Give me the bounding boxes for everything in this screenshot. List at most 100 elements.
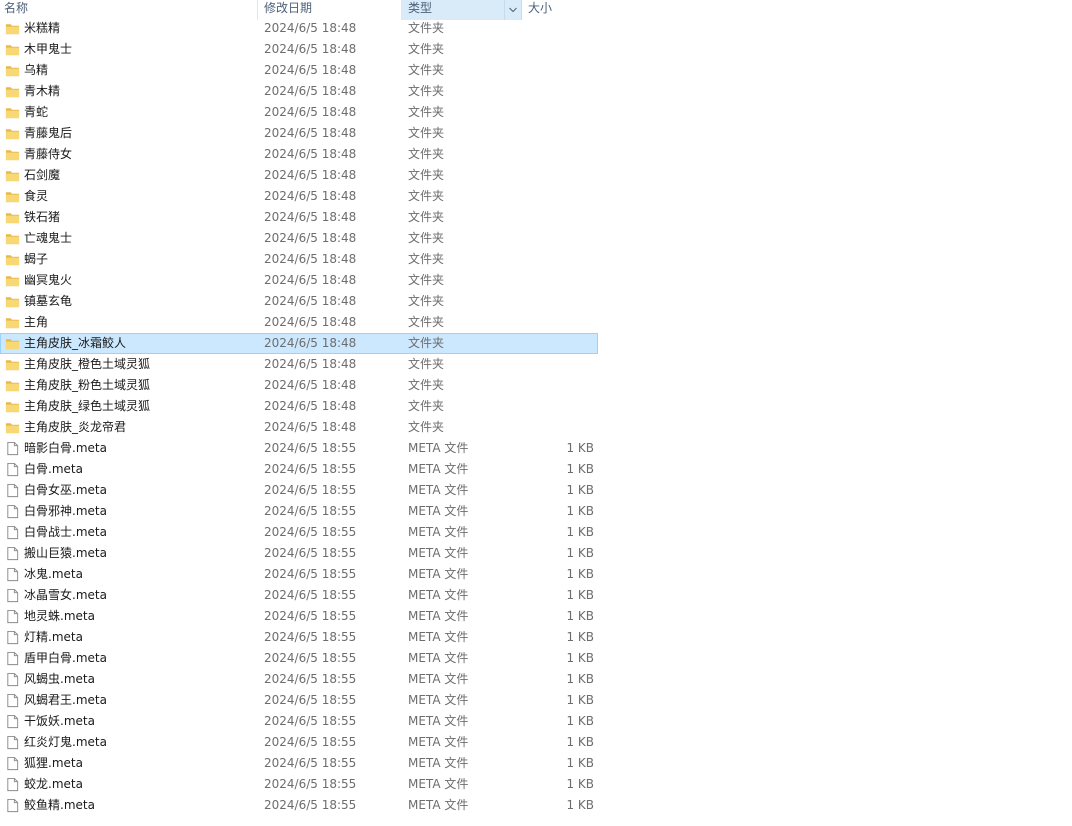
folder-icon	[5, 105, 20, 120]
column-header-type[interactable]: 类型	[402, 0, 522, 20]
file-list-row[interactable]: 白骨女巫.meta 2024/6/5 18:55 META 文件 1 KB	[0, 480, 598, 501]
row-name: 风蝎虫.meta	[24, 672, 95, 686]
file-list-row[interactable]: 盾甲白骨.meta 2024/6/5 18:55 META 文件 1 KB	[0, 648, 598, 669]
file-list-row[interactable]: 乌精 2024/6/5 18:48 文件夹	[0, 60, 598, 81]
file-list-row[interactable]: 主角皮肤_粉色土域灵狐 2024/6/5 18:48 文件夹	[0, 375, 598, 396]
column-header-name[interactable]: 名称	[0, 0, 258, 20]
file-list-row[interactable]: 青木精 2024/6/5 18:48 文件夹	[0, 81, 598, 102]
row-type: META 文件	[408, 651, 469, 665]
folder-icon	[5, 273, 20, 288]
row-type: 文件夹	[408, 294, 445, 308]
file-list-row[interactable]: 干饭妖.meta 2024/6/5 18:55 META 文件 1 KB	[0, 711, 598, 732]
file-list-row[interactable]: 搬山巨猿.meta 2024/6/5 18:55 META 文件 1 KB	[0, 543, 598, 564]
folder-icon	[5, 126, 20, 141]
file-list-row[interactable]: 主角 2024/6/5 18:48 文件夹	[0, 312, 598, 333]
folder-icon	[5, 63, 20, 78]
file-list-row[interactable]: 暗影白骨.meta 2024/6/5 18:55 META 文件 1 KB	[0, 438, 598, 459]
file-list-row[interactable]: 石剑魔 2024/6/5 18:48 文件夹	[0, 165, 598, 186]
file-list-row[interactable]: 主角皮肤_橙色土域灵狐 2024/6/5 18:48 文件夹	[0, 354, 598, 375]
row-type: META 文件	[408, 756, 469, 770]
file-explorer: 名称 修改日期 类型 大小 米糕精 2024/6/5 18:48 文件夹 木甲鬼士 20…	[0, 0, 1072, 826]
row-name: 亡魂鬼士	[24, 231, 73, 245]
file-list-row[interactable]: 风蝎君王.meta 2024/6/5 18:55 META 文件 1 KB	[0, 690, 598, 711]
file-list-row[interactable]: 主角皮肤_炎龙帝君 2024/6/5 18:48 文件夹	[0, 417, 598, 438]
file-list-row[interactable]: 地灵蛛.meta 2024/6/5 18:55 META 文件 1 KB	[0, 606, 598, 627]
folder-icon	[5, 336, 20, 351]
row-name: 干饭妖.meta	[24, 714, 95, 728]
file-list-row[interactable]: 红炎灯鬼.meta 2024/6/5 18:55 META 文件 1 KB	[0, 732, 598, 753]
file-list-row[interactable]: 青藤鬼后 2024/6/5 18:48 文件夹	[0, 123, 598, 144]
column-header-size[interactable]: 大小	[522, 0, 600, 20]
row-type: 文件夹	[408, 63, 445, 77]
row-date: 2024/6/5 18:48	[264, 126, 357, 140]
file-list-row[interactable]: 青蛇 2024/6/5 18:48 文件夹	[0, 102, 598, 123]
row-type: 文件夹	[408, 399, 445, 413]
row-type: 文件夹	[408, 420, 445, 434]
row-date: 2024/6/5 18:48	[264, 378, 357, 392]
row-name: 主角皮肤_绿色土域灵狐	[24, 399, 151, 413]
row-type: META 文件	[408, 798, 469, 812]
row-type: META 文件	[408, 714, 469, 728]
row-name: 蝎子	[24, 252, 49, 266]
row-date: 2024/6/5 18:48	[264, 315, 357, 329]
file-list-row[interactable]: 灯精.meta 2024/6/5 18:55 META 文件 1 KB	[0, 627, 598, 648]
file-list-row[interactable]: 蝎子 2024/6/5 18:48 文件夹	[0, 249, 598, 270]
row-name: 石剑魔	[24, 168, 61, 182]
row-size: 1 KB	[566, 756, 594, 770]
file-list-row[interactable]: 幽冥鬼火 2024/6/5 18:48 文件夹	[0, 270, 598, 291]
row-type: META 文件	[408, 630, 469, 644]
file-list-row[interactable]: 铁石猪 2024/6/5 18:48 文件夹	[0, 207, 598, 228]
row-type: META 文件	[408, 609, 469, 623]
row-date: 2024/6/5 18:48	[264, 189, 357, 203]
row-type: 文件夹	[408, 126, 445, 140]
row-type: 文件夹	[408, 105, 445, 119]
file-list-row[interactable]: 木甲鬼士 2024/6/5 18:48 文件夹	[0, 39, 598, 60]
chevron-down-icon-glyph	[509, 7, 517, 13]
row-date: 2024/6/5 18:48	[264, 231, 357, 245]
row-date: 2024/6/5 18:55	[264, 672, 357, 686]
row-name: 狐狸.meta	[24, 756, 83, 770]
row-date: 2024/6/5 18:48	[264, 336, 357, 350]
row-size: 1 KB	[566, 483, 594, 497]
row-date: 2024/6/5 18:55	[264, 483, 357, 497]
file-list-row[interactable]: 冰晶雪女.meta 2024/6/5 18:55 META 文件 1 KB	[0, 585, 598, 606]
chevron-down-icon[interactable]	[504, 0, 521, 20]
row-size: 1 KB	[566, 441, 594, 455]
row-name: 青蛇	[24, 105, 49, 119]
row-date: 2024/6/5 18:55	[264, 630, 357, 644]
row-date: 2024/6/5 18:48	[264, 294, 357, 308]
row-type: META 文件	[408, 735, 469, 749]
column-header-date[interactable]: 修改日期	[258, 0, 402, 20]
file-list-row[interactable]: 白骨邪神.meta 2024/6/5 18:55 META 文件 1 KB	[0, 501, 598, 522]
row-name: 白骨女巫.meta	[24, 483, 107, 497]
row-name: 铁石猪	[24, 210, 61, 224]
file-list-row[interactable]: 狐狸.meta 2024/6/5 18:55 META 文件 1 KB	[0, 753, 598, 774]
row-name: 搬山巨猿.meta	[24, 546, 107, 560]
file-list-row[interactable]: 鲛鱼精.meta 2024/6/5 18:55 META 文件 1 KB	[0, 795, 598, 816]
folder-icon	[5, 210, 20, 225]
file-list-row[interactable]: 主角皮肤_冰霜鲛人 2024/6/5 18:48 文件夹	[0, 333, 598, 354]
file-list-row[interactable]: 米糕精 2024/6/5 18:48 文件夹	[0, 18, 598, 39]
row-name: 白骨邪神.meta	[24, 504, 107, 518]
file-list-row[interactable]: 白骨.meta 2024/6/5 18:55 META 文件 1 KB	[0, 459, 598, 480]
file-list-row[interactable]: 蛟龙.meta 2024/6/5 18:55 META 文件 1 KB	[0, 774, 598, 795]
file-list-row[interactable]: 镇墓玄龟 2024/6/5 18:48 文件夹	[0, 291, 598, 312]
row-name: 盾甲白骨.meta	[24, 651, 107, 665]
row-type: META 文件	[408, 504, 469, 518]
row-date: 2024/6/5 18:55	[264, 798, 357, 812]
row-name: 暗影白骨.meta	[24, 441, 107, 455]
file-icon	[5, 651, 20, 666]
file-list-row[interactable]: 亡魂鬼士 2024/6/5 18:48 文件夹	[0, 228, 598, 249]
file-list-row[interactable]: 冰鬼.meta 2024/6/5 18:55 META 文件 1 KB	[0, 564, 598, 585]
file-list-row[interactable]: 食灵 2024/6/5 18:48 文件夹	[0, 186, 598, 207]
file-list-row[interactable]: 白骨战士.meta 2024/6/5 18:55 META 文件 1 KB	[0, 522, 598, 543]
file-list-row[interactable]: 风蝎虫.meta 2024/6/5 18:55 META 文件 1 KB	[0, 669, 598, 690]
row-date: 2024/6/5 18:55	[264, 693, 357, 707]
row-date: 2024/6/5 18:48	[264, 63, 357, 77]
row-name: 白骨.meta	[24, 462, 83, 476]
file-list-row[interactable]: 主角皮肤_绿色土域灵狐 2024/6/5 18:48 文件夹	[0, 396, 598, 417]
file-list-row[interactable]: 青藤侍女 2024/6/5 18:48 文件夹	[0, 144, 598, 165]
file-icon	[5, 462, 20, 477]
file-icon	[5, 609, 20, 624]
row-date: 2024/6/5 18:55	[264, 609, 357, 623]
